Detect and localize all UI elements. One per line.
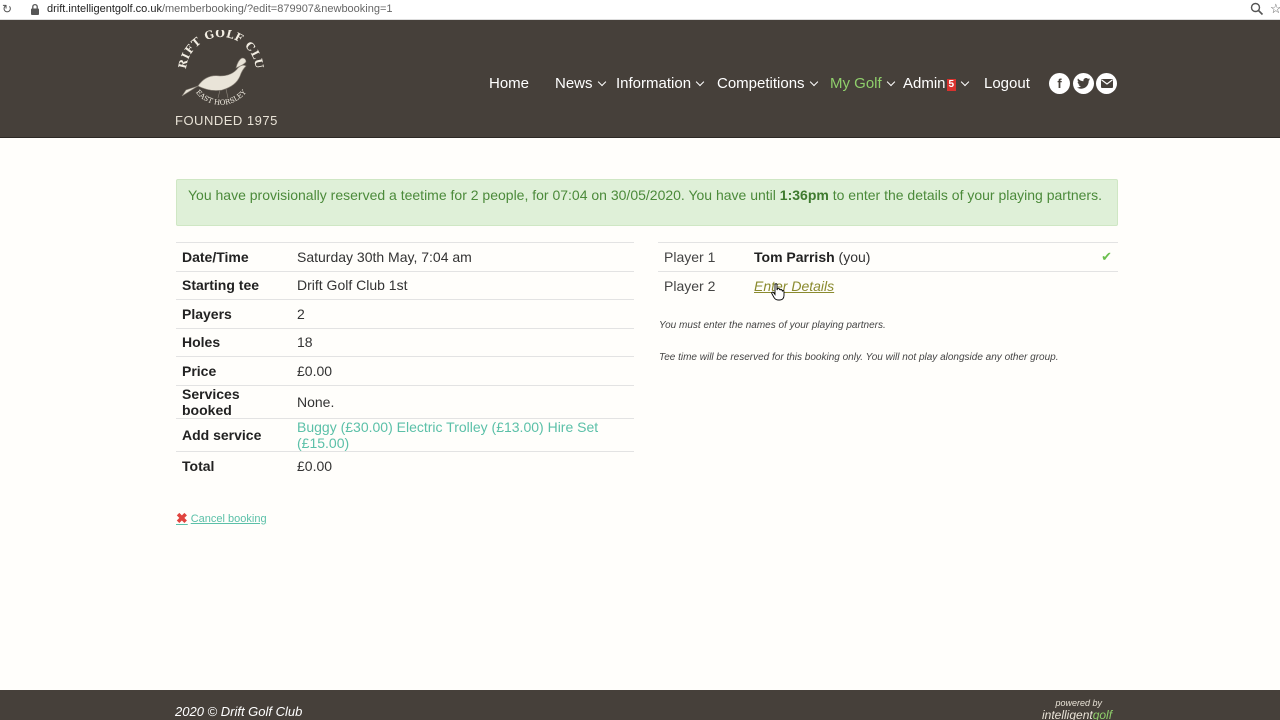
row-label: Holes (176, 327, 291, 357)
players-table: Player 1 Tom Parrish (you) ✔ Player 2 En… (658, 242, 1118, 300)
zoom-icon[interactable] (1250, 2, 1264, 16)
row-value: None. (291, 384, 634, 418)
row-value: Saturday 30th May, 7:04 am (291, 242, 634, 271)
row-value: £0.00 (291, 356, 634, 385)
chevron-down-icon (809, 77, 818, 87)
row-label: Starting tee (176, 270, 291, 300)
add-buggy-link[interactable]: Buggy (£30.00) (297, 419, 393, 435)
nav-home[interactable]: Home (489, 75, 529, 92)
hand-cursor-icon (771, 283, 785, 301)
row-value: Drift Golf Club 1st (291, 270, 634, 300)
row-label: Add service (176, 417, 291, 451)
svg-text:DRIFT GOLF CLUB: DRIFT GOLF CLUB (176, 30, 266, 70)
svg-text:EAST HORSLEY: EAST HORSLEY (194, 88, 248, 107)
player-1-name: Tom Parrish (754, 248, 835, 265)
chevron-down-icon (597, 77, 606, 87)
alert-text-before: You have provisionally reserved a teetim… (188, 187, 780, 203)
lock-icon[interactable] (30, 3, 40, 16)
table-row: Starting tee Drift Golf Club 1st (176, 270, 634, 300)
player-status (1095, 270, 1118, 300)
player-row: Player 1 Tom Parrish (you) ✔ (658, 242, 1118, 271)
chevron-down-icon (886, 77, 895, 87)
cancel-booking-label: Cancel booking (190, 512, 267, 525)
alert-deadline-time: 1:36pm (779, 187, 829, 203)
row-label: Date/Time (176, 242, 291, 271)
nav-news-label: News (555, 75, 593, 92)
nav-logout[interactable]: Logout (984, 75, 1030, 92)
row-label: Players (176, 299, 291, 328)
nav-information[interactable]: Information (616, 75, 705, 92)
reservation-alert: You have provisionally reserved a teetim… (176, 179, 1118, 226)
nav-admin-label: Admin (903, 75, 946, 92)
row-label: Price (176, 356, 291, 385)
row-value: 18 (291, 327, 634, 357)
partners-note: You must enter the names of your playing… (659, 320, 886, 331)
twitter-icon[interactable] (1073, 73, 1094, 94)
url-path: /memberbooking/?edit=879907&newbooking=1 (161, 3, 393, 15)
admin-count-badge: 5 (946, 79, 957, 91)
nav-competitions[interactable]: Competitions (717, 75, 818, 92)
player-name: Enter Details (748, 270, 1096, 300)
table-row: Date/Time Saturday 30th May, 7:04 am (176, 242, 634, 271)
nav-my-golf[interactable]: My Golf (830, 75, 895, 92)
nav-my-golf-label: My Golf (830, 75, 882, 92)
player-label: Player 2 (658, 270, 748, 300)
chevron-down-icon (960, 77, 970, 87)
player-1-you: (you) (834, 248, 871, 265)
copyright-text: 2020 © Drift Golf Club (175, 704, 303, 719)
table-row: Players 2 (176, 299, 634, 328)
nav-information-label: Information (616, 75, 692, 92)
cancel-booking-link[interactable]: ✖ Cancel booking (176, 510, 267, 527)
add-service-links: Buggy (£30.00) Electric Trolley (£13.00)… (291, 417, 634, 451)
club-logo[interactable]: DRIFT GOLF CLUB EAST HORSLEY (176, 30, 266, 110)
booking-details-table: Date/Time Saturday 30th May, 7:04 am Star… (176, 242, 634, 480)
table-row: Total £0.00 (176, 450, 634, 480)
row-value: £0.00 (291, 450, 634, 480)
table-row: Services booked None. (176, 384, 634, 418)
founded-text: FOUNDED 1975 (175, 113, 278, 128)
bookmark-star-icon[interactable]: ☆ (1270, 1, 1280, 17)
chevron-down-icon (695, 77, 705, 87)
site-footer: 2020 © Drift Golf Club powered by intell… (0, 690, 1280, 720)
reservation-note: Tee time will be reserved for this booki… (659, 352, 1059, 363)
checkmark-icon: ✔ (1095, 242, 1118, 271)
row-label: Total (176, 450, 291, 480)
enter-details-link[interactable]: Enter Details (754, 278, 834, 294)
url-text[interactable]: drift.intelligentgolf.co.uk/memberbookin… (47, 3, 393, 15)
player-label: Player 1 (658, 242, 748, 271)
site-header: DRIFT GOLF CLUB EAST HORSLEY FOUNDED 197… (0, 20, 1280, 138)
nav-admin[interactable]: Admin 5 (903, 75, 970, 92)
close-icon: ✖ (176, 510, 188, 526)
facebook-icon[interactable]: f (1049, 73, 1070, 94)
player-row: Player 2 Enter Details (658, 270, 1118, 300)
player-name: Tom Parrish (you) (748, 242, 1096, 271)
table-row: Price £0.00 (176, 356, 634, 385)
brand-part-1: intelligent (1042, 708, 1093, 720)
nav-competitions-label: Competitions (717, 75, 805, 92)
row-value: 2 (291, 299, 634, 328)
reload-icon[interactable]: ↻ (2, 2, 16, 16)
intelligentgolf-logo[interactable]: intelligentgolf (1042, 708, 1112, 720)
table-row: Add service Buggy (£30.00) Electric Trol… (176, 417, 634, 451)
url-host: drift.intelligentgolf.co.uk (47, 3, 162, 15)
row-label: Services booked (176, 384, 291, 418)
brand-part-2: golf (1092, 708, 1113, 720)
add-electric-trolley-link[interactable]: Electric Trolley (£13.00) (397, 419, 544, 435)
email-icon[interactable] (1096, 73, 1117, 94)
browser-address-bar: ↻ drift.intelligentgolf.co.uk/memberbook… (0, 0, 1280, 20)
nav-news[interactable]: News (555, 75, 606, 92)
table-row: Holes 18 (176, 327, 634, 357)
alert-text-after: to enter the details of your playing par… (828, 187, 1102, 203)
powered-by-text: powered by (1055, 698, 1102, 708)
